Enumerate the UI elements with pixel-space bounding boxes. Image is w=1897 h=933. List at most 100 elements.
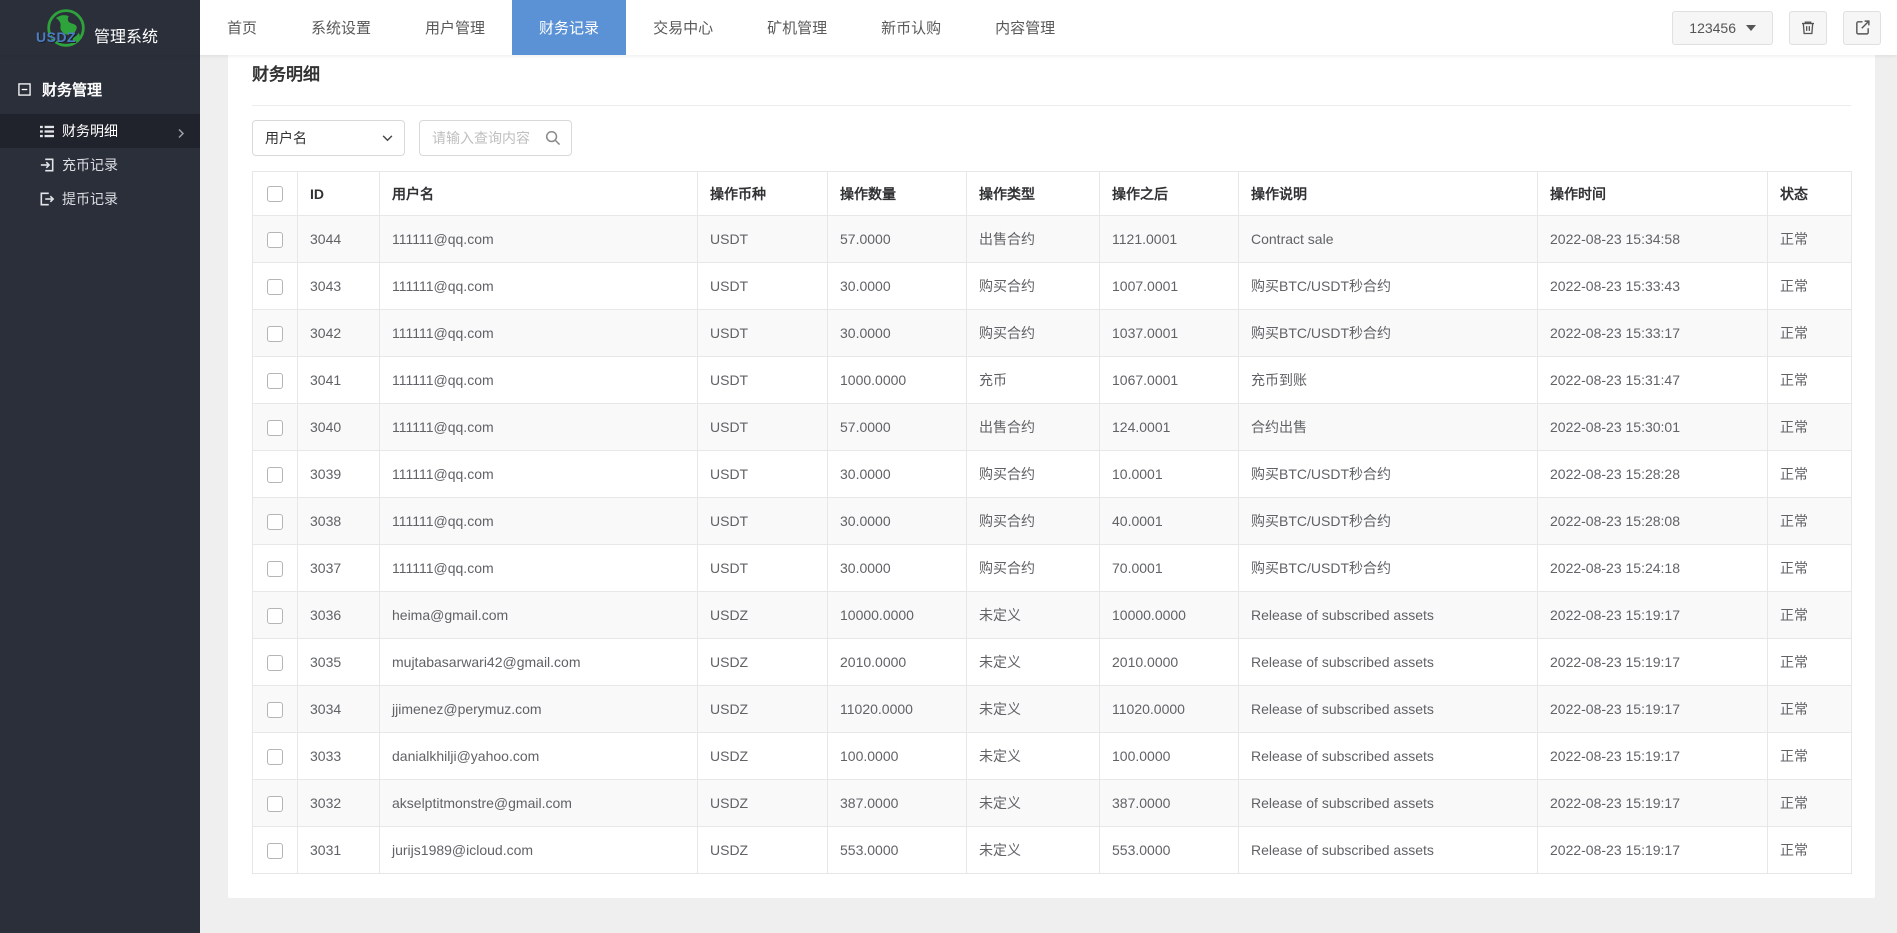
sign-out-icon — [40, 192, 54, 206]
sidebar-item-deposit-records[interactable]: 充币记录 — [0, 148, 200, 182]
cell-status: 正常 — [1768, 357, 1852, 404]
cell-id: 3042 — [298, 310, 380, 357]
trash-icon — [1800, 19, 1816, 36]
cell-coin: USDZ — [698, 780, 828, 827]
cell-id: 3034 — [298, 686, 380, 733]
list-icon — [40, 125, 54, 138]
table-row: 3037111111@qq.comUSDT30.0000购买合约70.0001购… — [253, 545, 1852, 592]
sign-in-icon — [40, 158, 54, 172]
row-checkbox-cell — [253, 733, 298, 780]
nav-item-finance-records[interactable]: 财务记录 — [512, 0, 626, 55]
column-header-amount: 操作数量 — [828, 172, 967, 216]
cell-amount: 30.0000 — [828, 451, 967, 498]
cell-status: 正常 — [1768, 592, 1852, 639]
cell-amount: 30.0000 — [828, 263, 967, 310]
row-checkbox[interactable] — [267, 843, 283, 859]
export-button[interactable] — [1843, 11, 1881, 45]
search-field-select[interactable]: 用户名 — [252, 120, 405, 156]
row-checkbox[interactable] — [267, 232, 283, 248]
nav-item-content-management[interactable]: 内容管理 — [968, 0, 1082, 55]
nav-item-system-settings[interactable]: 系统设置 — [284, 0, 398, 55]
table-row: 3031jurijs1989@icloud.comUSDZ553.0000未定义… — [253, 827, 1852, 874]
cell-time: 2022-08-23 15:24:18 — [1538, 545, 1768, 592]
cell-amount: 30.0000 — [828, 310, 967, 357]
row-checkbox-cell — [253, 451, 298, 498]
row-checkbox[interactable] — [267, 326, 283, 342]
row-checkbox[interactable] — [267, 608, 283, 624]
cell-type: 未定义 — [967, 780, 1100, 827]
cell-coin: USDT — [698, 263, 828, 310]
row-checkbox[interactable] — [267, 796, 283, 812]
cell-time: 2022-08-23 15:19:17 — [1538, 639, 1768, 686]
table-row: 3036heima@gmail.comUSDZ10000.0000未定义1000… — [253, 592, 1852, 639]
row-checkbox-cell — [253, 639, 298, 686]
search-input[interactable] — [432, 130, 545, 146]
row-checkbox-cell — [253, 216, 298, 263]
cell-username: 111111@qq.com — [380, 498, 698, 545]
cell-after: 10000.0000 — [1100, 592, 1239, 639]
user-dropdown-button[interactable]: 123456 — [1672, 11, 1773, 45]
row-checkbox-cell — [253, 780, 298, 827]
sidebar: 财务管理 财务明细 充币记录 提币记录 — [0, 55, 200, 933]
chevron-right-icon — [176, 126, 186, 142]
row-checkbox-cell — [253, 498, 298, 545]
select-all-checkbox[interactable] — [267, 186, 283, 202]
cell-coin: USDT — [698, 357, 828, 404]
cell-id: 3039 — [298, 451, 380, 498]
app-logo: USDZ 管理系统 — [0, 0, 200, 55]
search-icon[interactable] — [545, 130, 561, 146]
column-header-id: ID — [298, 172, 380, 216]
row-checkbox[interactable] — [267, 420, 283, 436]
cell-coin: USDT — [698, 404, 828, 451]
cell-after: 2010.0000 — [1100, 639, 1239, 686]
cell-id: 3041 — [298, 357, 380, 404]
cell-after: 124.0001 — [1100, 404, 1239, 451]
cell-status: 正常 — [1768, 498, 1852, 545]
row-checkbox[interactable] — [267, 655, 283, 671]
cell-id: 3037 — [298, 545, 380, 592]
cell-type: 购买合约 — [967, 263, 1100, 310]
nav-item-new-coin-subscription[interactable]: 新币认购 — [854, 0, 968, 55]
cell-coin: USDZ — [698, 733, 828, 780]
cell-status: 正常 — [1768, 827, 1852, 874]
cell-description: 购买BTC/USDT秒合约 — [1239, 545, 1538, 592]
cell-type: 未定义 — [967, 639, 1100, 686]
row-checkbox-cell — [253, 686, 298, 733]
sidebar-item-finance-detail[interactable]: 财务明细 — [0, 114, 200, 148]
sidebar-section-finance-management[interactable]: 财务管理 — [0, 55, 200, 114]
cell-username: 111111@qq.com — [380, 357, 698, 404]
sidebar-item-withdraw-records[interactable]: 提币记录 — [0, 182, 200, 216]
cell-amount: 100.0000 — [828, 733, 967, 780]
cell-time: 2022-08-23 15:19:17 — [1538, 686, 1768, 733]
nav-item-home[interactable]: 首页 — [200, 0, 284, 55]
table-row: 3044111111@qq.comUSDT57.0000出售合约1121.000… — [253, 216, 1852, 263]
user-dropdown-label: 123456 — [1689, 20, 1736, 36]
nav-item-user-management[interactable]: 用户管理 — [398, 0, 512, 55]
row-checkbox[interactable] — [267, 467, 283, 483]
cell-id: 3044 — [298, 216, 380, 263]
cell-username: 111111@qq.com — [380, 263, 698, 310]
cell-username: akselptitmonstre@gmail.com — [380, 780, 698, 827]
cell-amount: 57.0000 — [828, 404, 967, 451]
row-checkbox[interactable] — [267, 702, 283, 718]
minus-square-icon — [18, 83, 31, 96]
row-checkbox[interactable] — [267, 561, 283, 577]
cell-status: 正常 — [1768, 780, 1852, 827]
main-content: 财务明细 用户名 — [200, 0, 1897, 898]
trash-button[interactable] — [1789, 11, 1827, 45]
nav-item-miner-management[interactable]: 矿机管理 — [740, 0, 854, 55]
sidebar-item-label: 财务明细 — [62, 121, 118, 141]
sidebar-section-label: 财务管理 — [42, 79, 102, 100]
row-checkbox[interactable] — [267, 749, 283, 765]
top-header: USDZ 管理系统 首页 系统设置 用户管理 财务记录 交易中心 矿机管理 新币… — [0, 0, 1897, 55]
topbar-actions: 123456 — [1672, 0, 1897, 55]
row-checkbox[interactable] — [267, 514, 283, 530]
row-checkbox[interactable] — [267, 279, 283, 295]
nav-item-trade-center[interactable]: 交易中心 — [626, 0, 740, 55]
column-header-username: 用户名 — [380, 172, 698, 216]
row-checkbox[interactable] — [267, 373, 283, 389]
table-header-row: ID 用户名 操作币种 操作数量 操作类型 操作之后 操作说明 操作时间 状态 — [253, 172, 1852, 216]
row-checkbox-cell — [253, 592, 298, 639]
cell-type: 未定义 — [967, 686, 1100, 733]
cell-coin: USDT — [698, 545, 828, 592]
